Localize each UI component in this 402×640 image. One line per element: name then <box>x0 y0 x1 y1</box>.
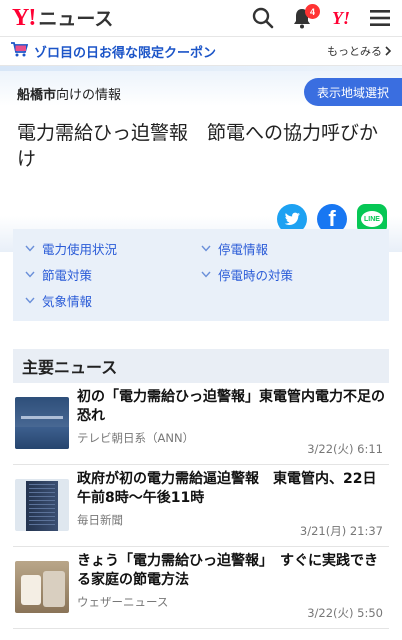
news-source: ウェザーニュース <box>77 595 169 609</box>
chevron-right-icon <box>385 46 392 56</box>
chevron-down-icon <box>201 271 211 278</box>
region-suffix: 向けの情報 <box>56 88 122 103</box>
news-thumbnail <box>15 561 69 613</box>
link-power-usage[interactable]: 電力使用状況 <box>25 239 201 258</box>
line-label: LINE <box>361 211 383 227</box>
news-date: 3/21(月) 21:37 <box>299 524 383 538</box>
link-label: 電力使用状況 <box>42 242 118 257</box>
notification-badge: 4 <box>305 4 320 19</box>
related-links: 電力使用状況 停電情報 節電対策 停電時の対策 気象情報 <box>13 229 389 321</box>
news-thumbnail <box>15 397 69 449</box>
news-item[interactable]: きょう「電力需給ひっ迫警報」 すぐに実践できる家庭の節電方法 ウェザーニュース … <box>13 547 389 629</box>
link-label: 気象情報 <box>42 294 93 309</box>
main-news-list: 初の「電力需給ひっ迫警報」東電管内電力不足の恐れ テレビ朝日系（ANN） 3/2… <box>13 383 389 629</box>
coupon-text: ゾロ目の日お得な限定クーポン <box>34 45 217 61</box>
link-outage-info[interactable]: 停電情報 <box>201 239 377 258</box>
search-icon[interactable] <box>249 4 277 32</box>
related-links-grid: 電力使用状況 停電情報 節電対策 停電時の対策 気象情報 <box>25 239 377 310</box>
header-icons: 4 Y! <box>249 4 394 32</box>
news-thumbnail <box>15 479 69 531</box>
link-label: 停電情報 <box>218 242 269 257</box>
menu-icon[interactable] <box>366 4 394 32</box>
region-label: 船橋市向けの情報 <box>17 84 121 103</box>
alert-hero: 船橋市向けの情報 表示地域選択 電力需給ひっ迫警報 節電への協力呼びかけ f L… <box>0 66 402 252</box>
alert-title: 電力需給ひっ迫警報 節電への協力呼びかけ <box>17 122 379 170</box>
coupon-more-link[interactable]: もっとみる <box>327 43 392 59</box>
news-date: 3/22(火) 5:50 <box>307 606 383 620</box>
link-label: 節電対策 <box>42 268 93 283</box>
news-item[interactable]: 初の「電力需給ひっ迫警報」東電管内電力不足の恐れ テレビ朝日系（ANN） 3/2… <box>13 383 389 465</box>
news-title: 初の「電力需給ひっ迫警報」東電管内電力不足の恐れ <box>77 389 385 424</box>
chevron-down-icon <box>25 245 35 252</box>
chevron-down-icon <box>25 271 35 278</box>
chevron-down-icon <box>25 297 35 304</box>
chevron-down-icon <box>201 245 211 252</box>
news-source: テレビ朝日系（ANN） <box>77 431 195 445</box>
region-select-button[interactable]: 表示地域選択 <box>304 78 402 106</box>
news-source: 毎日新聞 <box>77 513 123 527</box>
link-weather[interactable]: 気象情報 <box>25 291 201 310</box>
link-outage-measures[interactable]: 停電時の対策 <box>201 265 377 284</box>
news-item[interactable]: 政府が初の電力需給逼迫警報 東電管内、22日午前8時～午後11時 毎日新聞 3/… <box>13 465 389 547</box>
yahoo-icon[interactable]: Y! <box>327 4 355 32</box>
logo-mark: Y! <box>12 5 36 31</box>
main-news-heading: 主要ニュース <box>13 349 389 383</box>
logo-text: ニュース <box>38 9 114 30</box>
coupon-more-label: もっとみる <box>327 45 382 58</box>
app-header: Y! ニュース 4 Y! <box>0 0 402 36</box>
yahoo-news-logo[interactable]: Y! ニュース <box>12 4 113 32</box>
hero-topbar <box>0 66 402 71</box>
region-name: 船橋市 <box>17 88 57 103</box>
news-title: 政府が初の電力需給逼迫警報 東電管内、22日午前8時～午後11時 <box>77 471 377 506</box>
news-title: きょう「電力需給ひっ迫警報」 すぐに実践できる家庭の節電方法 <box>77 553 378 588</box>
cart-icon <box>10 41 29 61</box>
bell-icon[interactable]: 4 <box>288 4 320 32</box>
link-power-saving[interactable]: 節電対策 <box>25 265 201 284</box>
news-date: 3/22(火) 6:11 <box>307 442 383 456</box>
link-label: 停電時の対策 <box>218 268 294 283</box>
coupon-banner[interactable]: ゾロ目の日お得な限定クーポン もっとみる <box>0 36 402 66</box>
